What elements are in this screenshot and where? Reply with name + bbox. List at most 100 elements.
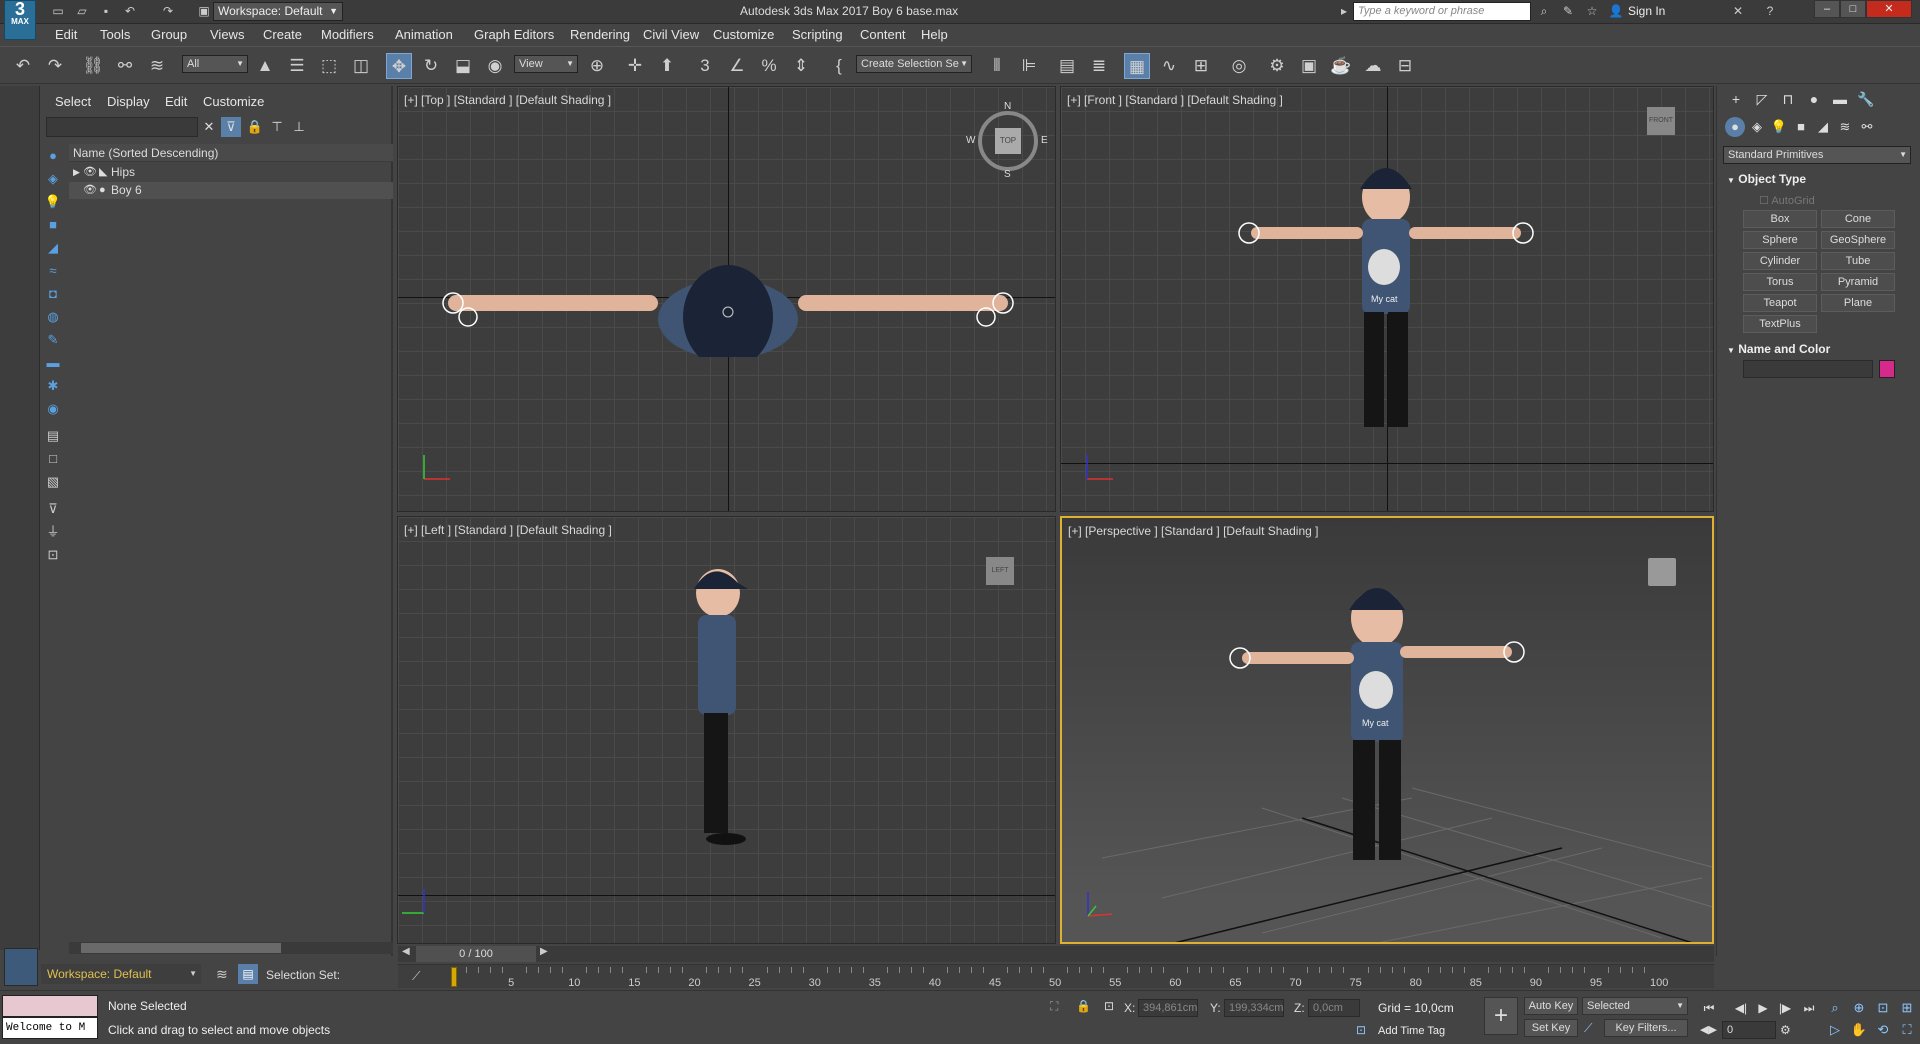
redo-icon[interactable]: ↷	[42, 53, 68, 79]
bind-space-warp-icon[interactable]: ≋	[144, 53, 170, 79]
viewcube[interactable]: LEFT	[986, 557, 1014, 585]
display-lights-icon[interactable]: 💡	[43, 192, 63, 212]
track-bar[interactable]: ⟋ 5 10 15 20 25 30 35 40 45 50 55 60 65 70 75 80 85 90 95 1…	[398, 964, 1714, 989]
unlink-icon[interactable]: ⚯	[112, 53, 138, 79]
time-slider-bar[interactable]: ◀ 0 / 100 ▶	[398, 946, 1714, 962]
angle-snap-icon[interactable]: ∠	[724, 53, 750, 79]
curve-editor-mini-icon[interactable]: ⟋	[412, 969, 420, 984]
next-key-icon[interactable]: |▶	[1776, 999, 1794, 1017]
spacewarps-category-icon[interactable]: ≋	[1835, 117, 1855, 137]
textplus-button[interactable]: TextPlus	[1743, 315, 1817, 333]
viewport-top[interactable]: [+] [Top ] [Standard ] [Default Shading …	[397, 86, 1056, 512]
app-menu-button[interactable]: 3 MAX	[4, 0, 36, 40]
favorites-star-icon[interactable]: ☆	[1584, 4, 1600, 19]
maximize-button[interactable]: □	[1840, 0, 1866, 18]
menu-graph-editors[interactable]: Graph Editors	[474, 27, 554, 42]
absolute-mode-icon[interactable]: ⊡	[1104, 999, 1114, 1013]
key-filters-button[interactable]: Key Filters...	[1604, 1019, 1688, 1037]
orbit-icon[interactable]: ⟲	[1874, 1021, 1892, 1039]
select-by-name-icon[interactable]: ☰	[284, 53, 310, 79]
viewport-perspective[interactable]: [+] [Perspective ] [Standard ] [Default …	[1060, 516, 1714, 944]
exchange-close-icon[interactable]: ✕	[1730, 4, 1746, 19]
clear-search-icon[interactable]: ✕	[199, 117, 219, 137]
primitive-category-dropdown[interactable]: Standard Primitives ▼	[1723, 146, 1911, 164]
menu-animation[interactable]: Animation	[395, 27, 453, 42]
zoom-icon[interactable]: ⌕	[1826, 999, 1844, 1017]
menu-customize[interactable]: Customize	[713, 27, 774, 42]
hierarchy-icon[interactable]: ⊤	[267, 117, 287, 137]
project-folder-icon[interactable]: ▣	[196, 4, 212, 19]
geometry-category-icon[interactable]: ●	[1725, 117, 1745, 137]
explorer-tab-edit[interactable]: Edit	[165, 94, 187, 109]
time-configuration-icon[interactable]: ⚙	[1780, 1023, 1791, 1037]
viewport-label[interactable]: [+] [Left ] [Standard ] [Default Shading…	[404, 523, 612, 537]
viewport-front[interactable]: [+] [Front ] [Standard ] [Default Shadin…	[1060, 86, 1714, 512]
visibility-eye-icon[interactable]: 👁	[83, 182, 97, 199]
lock-icon[interactable]: 🔒	[245, 117, 265, 137]
explorer-tab-customize[interactable]: Customize	[203, 94, 264, 109]
shapes-category-icon[interactable]: ◈	[1747, 117, 1767, 137]
selection-filter-dropdown[interactable]: All ▼	[182, 55, 248, 73]
undo-qa-icon[interactable]: ↶	[122, 4, 138, 19]
explorer-search-input[interactable]	[46, 117, 198, 137]
rectangular-selection-icon[interactable]: ⬚	[316, 53, 342, 79]
schematic-view-icon[interactable]: ⊞	[1188, 53, 1214, 79]
expand-arrow-icon[interactable]: ▶	[73, 164, 80, 181]
maxscript-listener-input[interactable]	[2, 995, 98, 1017]
menu-civil-view[interactable]: Civil View	[643, 27, 699, 42]
select-scale-icon[interactable]: ⬓	[450, 53, 476, 79]
menu-modifiers[interactable]: Modifiers	[321, 27, 374, 42]
viewcube[interactable]: TOP	[995, 128, 1021, 154]
teapot-button[interactable]: Teapot	[1743, 294, 1817, 312]
viewport-label[interactable]: [+] [Front ] [Standard ] [Default Shadin…	[1067, 93, 1283, 107]
layer-icon[interactable]: ⊥	[289, 117, 309, 137]
display-tab-icon[interactable]: ▬	[1829, 88, 1851, 110]
play-icon[interactable]: ▶	[1754, 999, 1772, 1017]
selection-set-icon[interactable]: ▤	[238, 964, 258, 984]
display-spacewarps-icon[interactable]: ≈	[43, 261, 63, 281]
tube-button[interactable]: Tube	[1821, 252, 1895, 270]
menu-help[interactable]: Help	[921, 27, 948, 42]
character-perspective-view[interactable]: My cat	[1212, 548, 1542, 898]
plane-button[interactable]: Plane	[1821, 294, 1895, 312]
binoculars-icon[interactable]: ⌕	[1536, 4, 1552, 19]
keyboard-shortcut-override-icon[interactable]: ⬆	[654, 53, 680, 79]
auto-key-button[interactable]: Auto Key	[1524, 997, 1578, 1015]
current-frame-field[interactable]: 0	[1722, 1021, 1776, 1039]
autogrid-checkbox[interactable]: ☐ AutoGrid	[1759, 194, 1815, 207]
layer-manager-icon[interactable]: ⊡	[43, 545, 63, 565]
expand-icon[interactable]: ▸	[1336, 4, 1352, 19]
modify-tab-icon[interactable]: ◸	[1751, 88, 1773, 110]
display-containers-icon[interactable]: ▬	[43, 353, 63, 373]
key-mode-toggle-icon[interactable]: ◀▶	[1700, 1023, 1717, 1036]
display-all-icon[interactable]: ▤	[43, 426, 63, 446]
spinner-snap-icon[interactable]: ⇕	[788, 53, 814, 79]
pan-view-icon[interactable]: ✋	[1850, 1021, 1868, 1039]
key-mode-dropdown[interactable]: Selected ▼	[1582, 997, 1688, 1015]
funnel-icon[interactable]: ⏚	[43, 522, 63, 542]
helpers-category-icon[interactable]: ◢	[1813, 117, 1833, 137]
object-color-swatch[interactable]	[1879, 360, 1895, 378]
snaps-toggle-icon[interactable]: 3	[692, 53, 718, 79]
lights-category-icon[interactable]: 💡	[1769, 117, 1789, 137]
toggle-layer-explorer-icon[interactable]: ≣	[1086, 53, 1112, 79]
pivot-center-icon[interactable]: ⊕	[584, 53, 610, 79]
workspace-dropdown[interactable]: Workspace: Default ▼	[213, 2, 343, 21]
redo-qa-icon[interactable]: ↷	[160, 4, 176, 19]
workspace-selector[interactable]: Workspace: Default ▼	[41, 964, 201, 984]
explorer-tab-select[interactable]: Select	[55, 94, 91, 109]
menu-scripting[interactable]: Scripting	[792, 27, 843, 42]
select-rotate-icon[interactable]: ↻	[418, 53, 444, 79]
set-key-plus-button[interactable]: +	[1484, 997, 1518, 1035]
hierarchy-tab-icon[interactable]: ⊓	[1777, 88, 1799, 110]
save-file-icon[interactable]: ▪	[98, 4, 114, 19]
toggle-ribbon-icon[interactable]: ▦	[1124, 53, 1150, 79]
time-tag-icon[interactable]: ⊡	[1356, 1023, 1366, 1037]
next-frame-icon[interactable]: ▶	[540, 946, 548, 957]
viewport-left[interactable]: [+] [Left ] [Standard ] [Default Shading…	[397, 516, 1056, 944]
toggle-scene-explorer-icon[interactable]: ▤	[1054, 53, 1080, 79]
character-side-view[interactable]	[668, 557, 768, 907]
y-coordinate-field[interactable]: 199,334cm	[1224, 999, 1284, 1017]
select-move-icon[interactable]: ✥	[386, 53, 412, 79]
select-manipulate-icon[interactable]: ✛	[622, 53, 648, 79]
